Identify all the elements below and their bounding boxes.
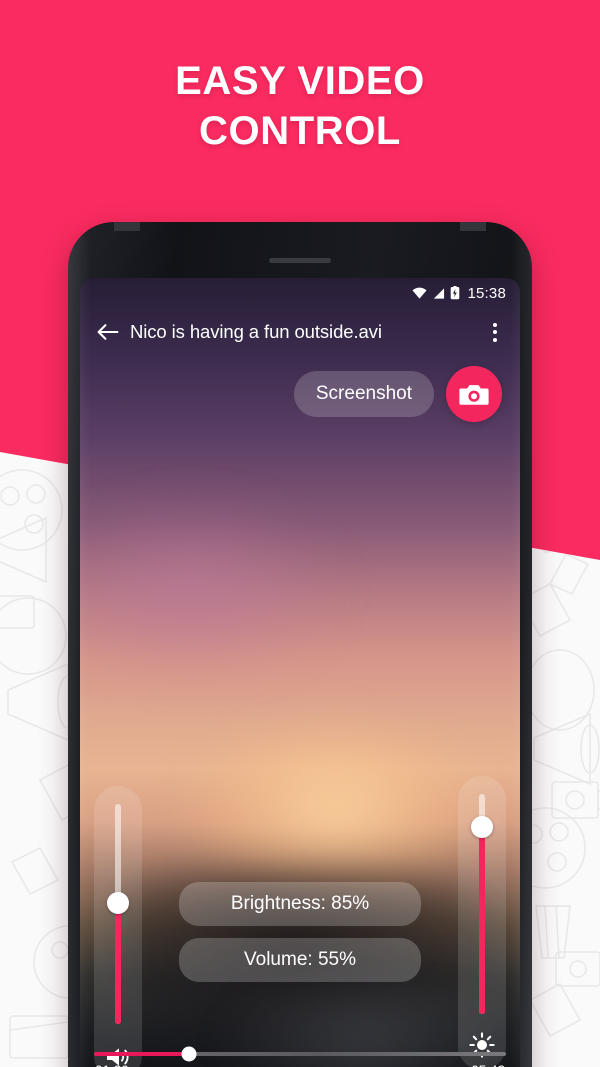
back-arrow-icon[interactable] xyxy=(90,322,126,342)
wifi-icon xyxy=(412,287,427,299)
seek-bar-fill xyxy=(94,1052,189,1056)
battery-charging-icon xyxy=(451,286,460,300)
cellular-signal-icon xyxy=(434,287,445,299)
brightness-slider-fill xyxy=(479,827,485,1014)
phone-top-notch-right xyxy=(460,222,486,231)
brightness-slider[interactable] xyxy=(458,776,506,1067)
player-timestamps: 01:20 05:42 xyxy=(80,1056,520,1067)
page-headline: EASY VIDEO CONTROL xyxy=(0,56,600,156)
phone-screen: 15:38 Nico is having a fun outside.avi S… xyxy=(80,278,520,1067)
brightness-slider-knob[interactable] xyxy=(471,816,493,838)
volume-slider-knob[interactable] xyxy=(107,892,129,914)
screenshot-button[interactable]: Screenshot xyxy=(293,371,434,417)
player-controls-bar: 01:20 05:42 xyxy=(80,1046,520,1067)
seek-bar-rail xyxy=(94,1046,506,1062)
volume-slider[interactable] xyxy=(94,786,142,1067)
camera-capture-button[interactable] xyxy=(446,366,502,422)
volume-slider-fill xyxy=(115,903,121,1024)
camera-icon xyxy=(459,385,489,405)
status-bar: 15:38 xyxy=(80,278,520,308)
status-bar-time: 15:38 xyxy=(467,284,506,302)
phone-top-notch-left xyxy=(114,222,140,231)
phone-earpiece-speaker xyxy=(269,258,331,263)
seek-bar[interactable] xyxy=(80,1046,520,1062)
volume-value-chip: Volume: 55% xyxy=(179,938,421,982)
brightness-value-chip: Brightness: 85% xyxy=(179,882,421,926)
screenshot-controls: Screenshot xyxy=(293,366,502,422)
phone-mockup: 15:38 Nico is having a fun outside.avi S… xyxy=(68,222,532,1067)
headline-line-2: CONTROL xyxy=(199,109,401,153)
seek-bar-knob[interactable] xyxy=(181,1046,197,1062)
overflow-menu-icon[interactable] xyxy=(482,322,508,342)
hud-value-chips: Brightness: 85% Volume: 55% xyxy=(179,882,421,994)
duration-time: 05:42 xyxy=(471,1063,505,1067)
video-title-bar: Nico is having a fun outside.avi xyxy=(80,308,520,356)
headline-line-1: EASY VIDEO xyxy=(175,59,425,103)
video-title: Nico is having a fun outside.avi xyxy=(130,321,382,342)
elapsed-time: 01:20 xyxy=(95,1063,129,1067)
video-glow-upper xyxy=(80,497,344,684)
